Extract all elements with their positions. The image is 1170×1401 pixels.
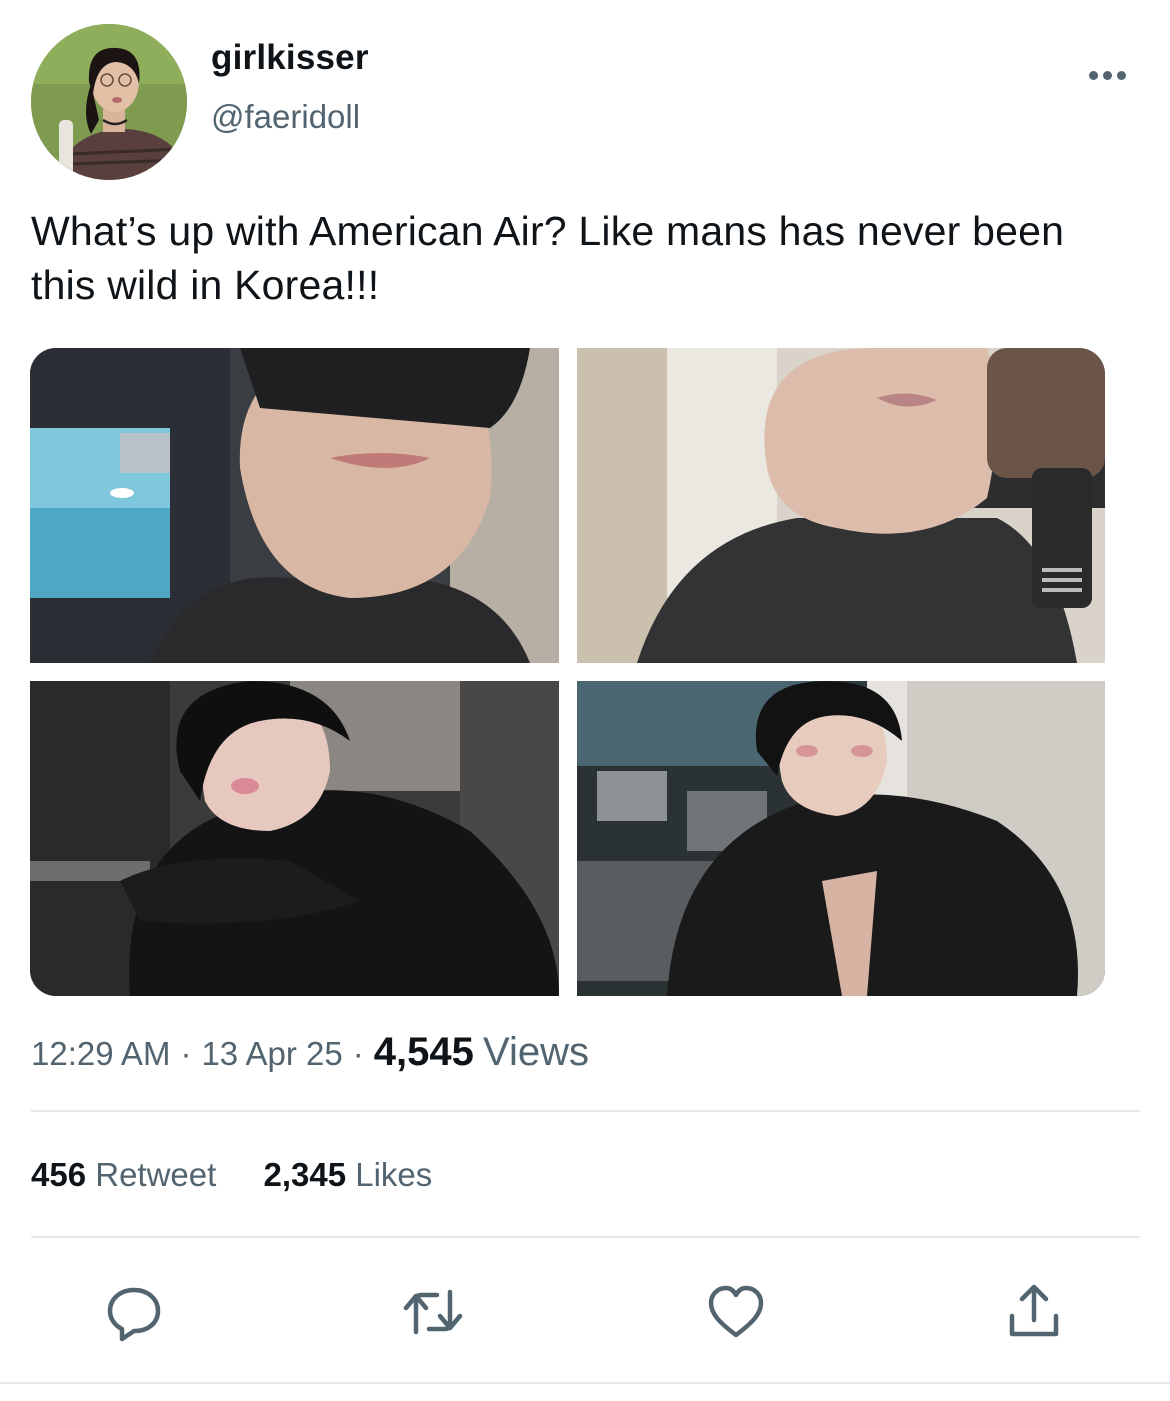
- tweet-photo-1[interactable]: [30, 348, 559, 663]
- media-grid: [30, 348, 1105, 996]
- photo-image: [30, 348, 559, 663]
- likes-count: 2,345: [263, 1156, 347, 1193]
- tweet-photo-4[interactable]: [577, 681, 1105, 996]
- divider: [31, 1110, 1140, 1112]
- photo-image: [30, 681, 559, 996]
- reply-button[interactable]: [104, 1282, 164, 1342]
- likes-stat[interactable]: 2,345 Likes: [263, 1156, 432, 1193]
- share-button[interactable]: [1004, 1282, 1064, 1342]
- views-label[interactable]: Views: [483, 1030, 589, 1074]
- photo-image: [577, 348, 1105, 663]
- retweet-icon: [403, 1289, 463, 1335]
- retweets-count: 456: [31, 1156, 87, 1193]
- retweets-label: Retweet: [95, 1156, 217, 1193]
- avatar-photo: [31, 24, 187, 180]
- reply-icon: [107, 1287, 161, 1342]
- divider: [0, 1382, 1170, 1384]
- tweet-meta: 12:29 AM · 13 Apr 25 · 4,545 Views: [31, 1030, 589, 1075]
- tweet-date: 13 Apr 25: [201, 1035, 343, 1072]
- like-button[interactable]: [706, 1282, 766, 1342]
- more-dot: [1116, 70, 1126, 80]
- retweet-button[interactable]: [403, 1282, 463, 1342]
- share-icon: [1009, 1284, 1059, 1337]
- tweet-photo-3[interactable]: [30, 681, 559, 996]
- more-dot: [1102, 70, 1112, 80]
- engagement-stats: 456 Retweet 2,345 Likes: [31, 1156, 432, 1194]
- likes-label: Likes: [355, 1156, 433, 1193]
- tweet-photo-2[interactable]: [577, 348, 1105, 663]
- photo-image: [577, 681, 1105, 996]
- separator-dot: ·: [352, 1035, 364, 1072]
- display-name[interactable]: girlkisser: [211, 38, 369, 78]
- more-dot: [1088, 70, 1098, 80]
- handle[interactable]: @faeridoll: [211, 98, 360, 136]
- views-count[interactable]: 4,545: [374, 1030, 474, 1074]
- more-options-icon[interactable]: [1082, 60, 1132, 90]
- avatar[interactable]: [31, 24, 187, 180]
- divider: [31, 1236, 1140, 1238]
- like-icon: [708, 1285, 764, 1338]
- tweet-text: What’s up with American Air? Like mans h…: [31, 208, 1065, 308]
- retweets-stat[interactable]: 456 Retweet: [31, 1156, 216, 1193]
- separator-dot: ·: [180, 1035, 192, 1072]
- tweet-time: 12:29 AM: [31, 1035, 171, 1072]
